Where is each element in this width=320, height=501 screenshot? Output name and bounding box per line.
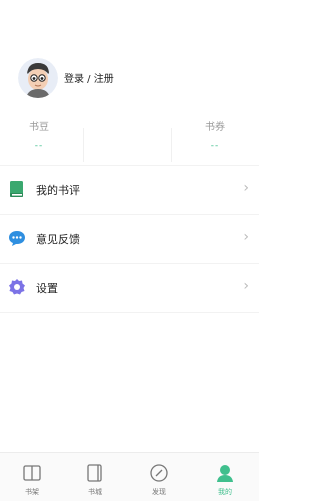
- chevron-right-icon: ›: [243, 180, 249, 196]
- menu-item-label: 设置: [36, 282, 58, 295]
- stat-value: --: [210, 141, 220, 151]
- chevron-right-icon: ›: [243, 278, 249, 294]
- tab-bookshelf[interactable]: 书架: [0, 453, 64, 501]
- tab-discover[interactable]: 发现: [127, 453, 191, 501]
- profile-header[interactable]: 登录 / 注册: [0, 50, 259, 110]
- menu-item-settings[interactable]: 设置 ›: [0, 263, 259, 313]
- tab-label: 书架: [25, 488, 39, 496]
- stat-value: --: [34, 141, 44, 151]
- book-icon: [8, 180, 26, 198]
- stat-label: 书豆: [29, 122, 49, 133]
- tab-label: 发现: [152, 488, 166, 496]
- menu-item-feedback[interactable]: 意见反馈 ›: [0, 214, 259, 263]
- menu-item-label: 意见反馈: [36, 233, 80, 246]
- stats-row: 书豆 -- 书券 --: [0, 118, 259, 162]
- avatar[interactable]: [18, 58, 58, 98]
- book-store-icon: [85, 463, 105, 483]
- chevron-right-icon: ›: [243, 229, 249, 245]
- compass-icon: [149, 463, 169, 483]
- login-register-link[interactable]: 登录 / 注册: [64, 70, 114, 85]
- stat-book-coupons[interactable]: 书券 --: [192, 118, 238, 151]
- divider: [83, 128, 84, 162]
- stat-book-beans[interactable]: 书豆 --: [16, 118, 62, 151]
- bottom-tab-bar: 书架 书城 发现 我的: [0, 452, 259, 501]
- menu-item-label: 我的书评: [36, 184, 80, 197]
- chat-bubble-icon: [8, 229, 26, 247]
- tab-bookstore[interactable]: 书城: [63, 453, 127, 501]
- tab-label: 我的: [218, 488, 232, 496]
- divider: [171, 128, 172, 162]
- person-icon: [215, 463, 235, 483]
- menu-item-my-reviews[interactable]: 我的书评 ›: [0, 165, 259, 214]
- tab-mine[interactable]: 我的: [193, 453, 257, 501]
- gear-icon: [8, 278, 26, 296]
- stat-label: 书券: [205, 122, 225, 133]
- tab-label: 书城: [88, 488, 102, 496]
- bookshelf-icon: [22, 463, 42, 483]
- menu-list: 我的书评 › 意见反馈 › 设置 ›: [0, 165, 259, 313]
